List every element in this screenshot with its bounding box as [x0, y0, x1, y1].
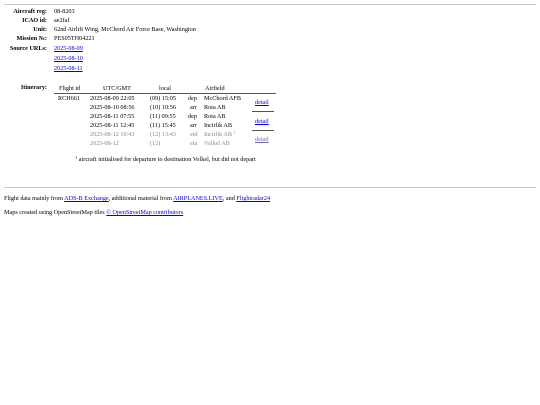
row-type: arr — [190, 122, 197, 129]
source-link[interactable]: 2025-08-09 — [54, 45, 83, 52]
col-header-local: local — [159, 85, 172, 92]
row-local: (12) — [150, 140, 161, 147]
footer-rule — [4, 187, 536, 188]
source-urls-label: Source URLs: — [9, 45, 47, 52]
mission-value: PES05TH04221 — [54, 35, 95, 42]
row-airfield: Volkel AB — [204, 140, 230, 147]
adsb-exchange-link[interactable]: ADS-B Exchange — [64, 195, 109, 202]
aircraft-reg-label: Aircraft reg: — [13, 8, 47, 15]
osm-contributors-link[interactable]: © OpenStreetMap contributors — [106, 209, 183, 216]
row-local: (11) 09:55 — [150, 113, 176, 120]
credits-prefix: Flight data mainly from — [4, 195, 65, 202]
row-type: dep — [188, 113, 197, 120]
row-type: etd — [190, 131, 198, 138]
icao-label: ICAO id: — [22, 17, 47, 24]
mission-label: Mission №: — [16, 35, 47, 42]
row-utc: 2025-08-12 — [90, 140, 119, 147]
map-credits: Maps created using OpenStreetMap tiles ©… — [4, 209, 183, 216]
top-rule — [4, 4, 536, 5]
source-link[interactable]: 2025-08-10 — [54, 55, 83, 62]
row-airfield: Rota AB — [204, 113, 226, 120]
itinerary-label: Itinerary: — [20, 84, 47, 91]
unit-label: Unit: — [33, 26, 47, 33]
row-utc: 2025-08-10 08:56 — [90, 104, 135, 111]
col-header-utc: UTC/GMT — [103, 85, 131, 92]
row-flight-id: RCH661 — [58, 95, 81, 102]
detail-link[interactable]: detail — [255, 136, 269, 143]
row-airfield: Incirlik AB — [204, 122, 233, 129]
detail-separator — [252, 111, 274, 112]
row-local: (11) 15:45 — [150, 122, 176, 129]
row-local: (12) 13:43 — [150, 131, 176, 138]
footnote-ref: 1 — [233, 130, 236, 135]
row-airfield: Incirlik AB 1 — [204, 130, 236, 138]
source-link[interactable]: 2025-08-11 — [54, 65, 83, 72]
header-rule — [54, 93, 276, 94]
row-type: eta — [190, 140, 198, 147]
col-header-airfield: Airfield — [205, 85, 225, 92]
row-type: dep — [188, 95, 197, 102]
row-local: (10) 10:56 — [150, 104, 176, 111]
row-utc: 2025-08-09 22:05 — [90, 95, 135, 102]
footnote-mark: 1 — [75, 155, 78, 160]
row-local: (09) 15:05 — [150, 95, 176, 102]
col-header-flight-id: Flight id — [59, 85, 81, 92]
credits-mid: , additional material from — [108, 195, 174, 202]
row-utc: 2025-08-11 12:45 — [90, 122, 135, 129]
footer-credits: Flight data mainly from ADS-B Exchange, … — [4, 195, 270, 202]
flightradar24-link[interactable]: Flightradar24 — [236, 195, 270, 202]
unit-value: 62nd Airlift Wing, McChord Air Force Bas… — [54, 26, 196, 33]
icao-value: ae2faf — [54, 17, 70, 24]
map-credits-prefix: Maps created using OpenStreetMap tiles — [4, 209, 107, 216]
airplanes-live-link[interactable]: AIRPLANES.LIVE — [173, 195, 223, 202]
detail-link[interactable]: detail — [255, 118, 269, 125]
row-airfield: Rota AB — [204, 104, 226, 111]
credits-and: , and — [222, 195, 237, 202]
row-utc: 2025-08-12 10:43 — [90, 131, 135, 138]
row-type: arr — [190, 104, 197, 111]
row-utc: 2025-08-11 07:55 — [90, 113, 135, 120]
detail-separator — [252, 130, 274, 131]
aircraft-reg-value: 08-8203 — [54, 8, 75, 15]
detail-link[interactable]: detail — [255, 99, 269, 106]
footnote: 1 aircraft initialised for departure to … — [75, 155, 256, 163]
row-airfield: McChord AFB — [204, 95, 241, 102]
footnote-text: aircraft initialised for departure to de… — [78, 156, 256, 163]
row-airfield-name: Incirlik AB — [204, 131, 233, 138]
